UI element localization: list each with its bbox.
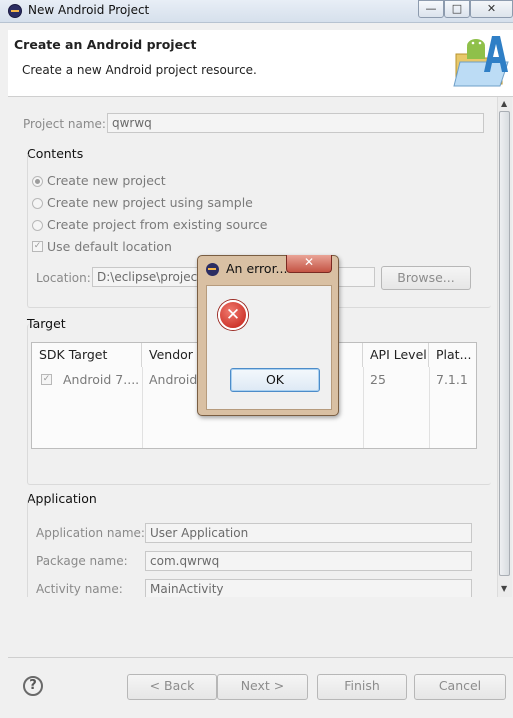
scrollbar-thumb[interactable] xyxy=(499,111,510,576)
vertical-scrollbar[interactable]: ▲ ▼ xyxy=(497,97,512,597)
sdk-row-checkbox[interactable]: ✓ xyxy=(41,374,52,385)
scroll-up-arrow-icon[interactable]: ▲ xyxy=(501,99,507,108)
cancel-button[interactable]: Cancel xyxy=(414,674,506,700)
option-create-from-existing[interactable]: Create project from existing source xyxy=(47,217,268,232)
application-name-label: Application name: xyxy=(36,526,145,540)
eclipse-icon xyxy=(8,4,22,18)
radio-create-from-existing[interactable] xyxy=(32,220,43,231)
activity-name-input[interactable]: MainActivity xyxy=(145,579,472,597)
dialog-title: An error... xyxy=(226,261,288,276)
column-platform[interactable]: Plat... xyxy=(429,343,476,367)
next-button[interactable]: Next > xyxy=(217,674,308,700)
ok-button[interactable]: OK xyxy=(230,368,320,392)
page-title: Create an Android project xyxy=(14,37,197,52)
radio-create-from-sample[interactable] xyxy=(32,198,43,209)
finish-button[interactable]: Finish xyxy=(317,674,407,700)
table-row-api-level[interactable]: 25 xyxy=(365,370,427,390)
package-name-input[interactable]: com.qwrwq xyxy=(145,551,472,571)
eclipse-icon xyxy=(206,263,219,276)
error-dialog: An error... ✕ ✕ OK xyxy=(197,255,339,416)
dialog-close-button[interactable]: ✕ xyxy=(286,255,332,273)
new-android-project-window: New Android Project — □ ✕ Create an Andr… xyxy=(0,0,513,718)
window-title: New Android Project xyxy=(28,3,150,17)
page-subtitle: Create a new Android project resource. xyxy=(22,63,257,77)
column-sdk-target[interactable]: SDK Target xyxy=(32,343,142,367)
location-label: Location: xyxy=(36,271,91,285)
package-name-label: Package name: xyxy=(36,554,128,568)
maximize-button[interactable]: □ xyxy=(444,0,470,18)
table-row-platform[interactable]: 7.1.1 xyxy=(431,370,475,390)
back-button[interactable]: < Back xyxy=(127,674,217,700)
wizard-footer xyxy=(8,598,513,718)
option-create-from-sample[interactable]: Create new project using sample xyxy=(47,195,253,210)
android-folder-icon xyxy=(453,36,509,87)
use-default-location-checkbox[interactable]: ✓ xyxy=(32,241,43,252)
radio-create-new-project[interactable] xyxy=(32,176,43,187)
scroll-down-arrow-icon[interactable]: ▼ xyxy=(501,584,507,593)
error-icon: ✕ xyxy=(218,300,248,330)
activity-name-label: Activity name: xyxy=(36,582,123,596)
column-api-level[interactable]: API Level xyxy=(363,343,429,367)
close-button[interactable]: ✕ xyxy=(470,0,513,18)
project-name-input[interactable]: qwrwq xyxy=(107,113,484,133)
use-default-location-label[interactable]: Use default location xyxy=(47,239,172,254)
minimize-button[interactable]: — xyxy=(418,0,444,18)
title-bar: New Android Project — □ ✕ xyxy=(0,0,513,23)
option-create-new-project[interactable]: Create new project xyxy=(47,173,166,188)
browse-button[interactable]: Browse... xyxy=(381,266,471,290)
dialog-body: ✕ OK xyxy=(206,285,332,410)
project-name-label: Project name: xyxy=(23,117,106,131)
wizard-header: Create an Android project Create a new A… xyxy=(8,30,513,97)
application-name-input[interactable]: User Application xyxy=(145,523,472,543)
footer-separator xyxy=(8,657,513,658)
table-row-sdk[interactable]: Android 7.... xyxy=(58,370,142,390)
help-icon[interactable]: ? xyxy=(23,676,43,696)
